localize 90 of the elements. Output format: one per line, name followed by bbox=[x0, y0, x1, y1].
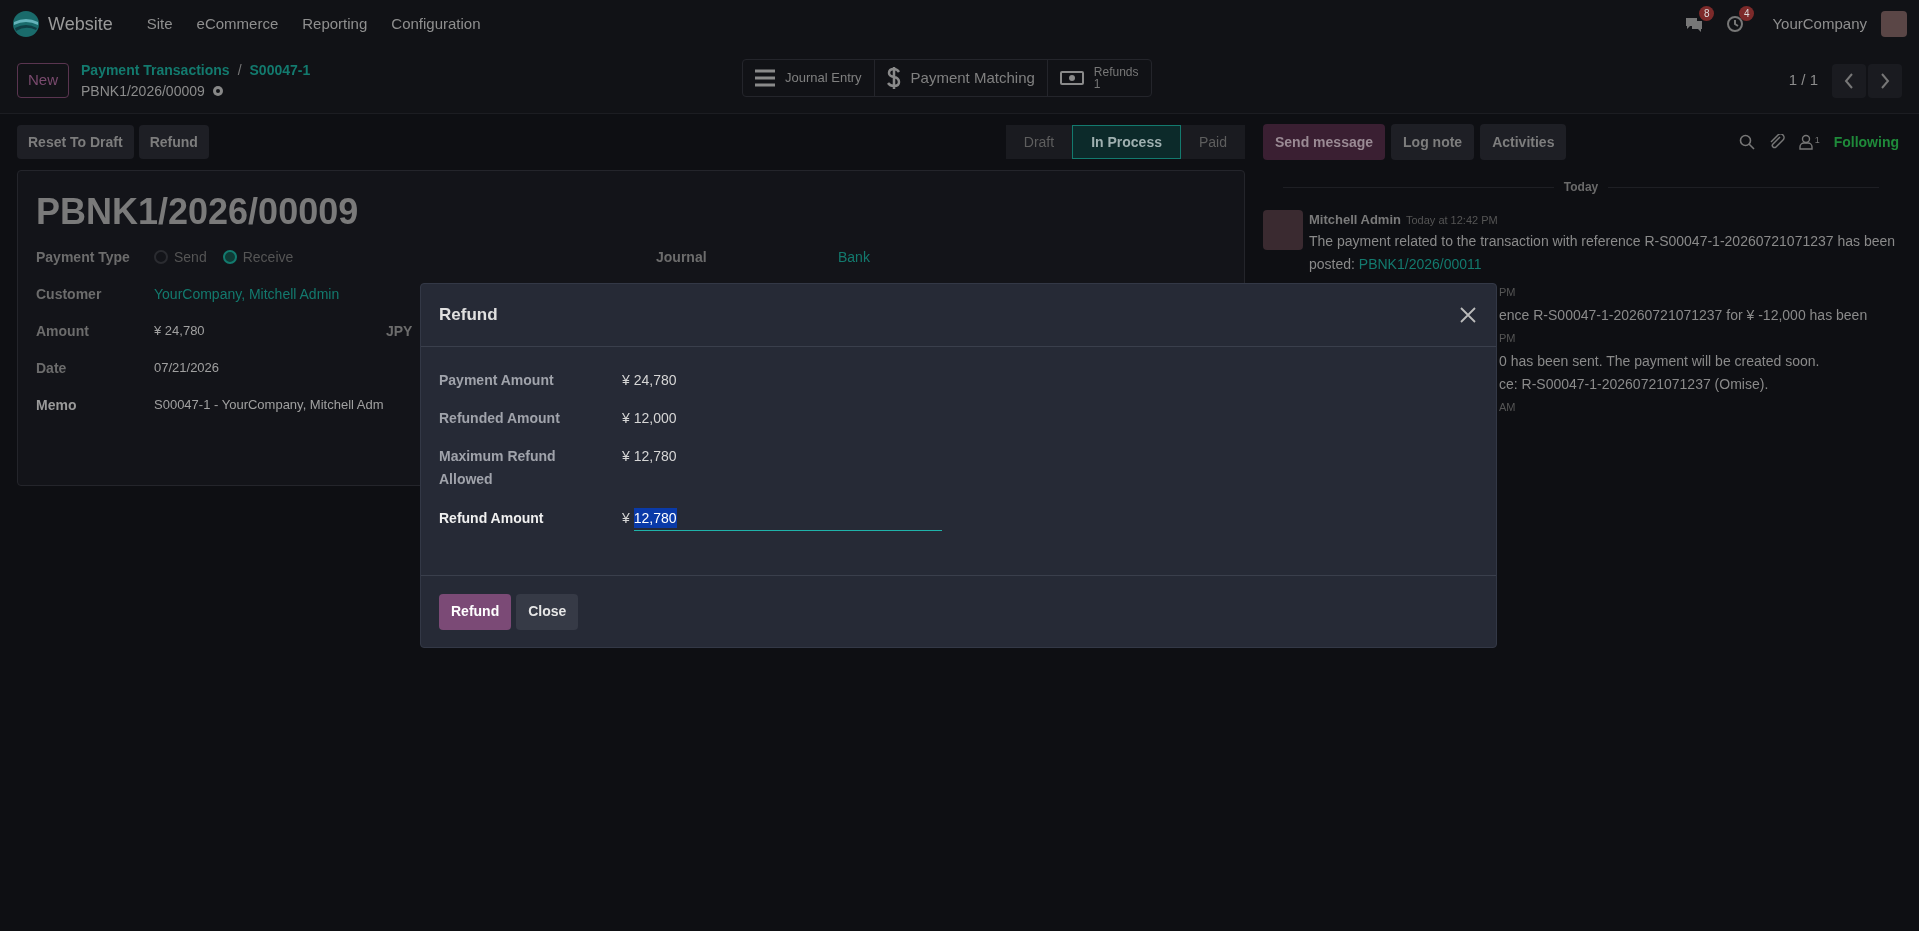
radio-option[interactable]: Receive bbox=[222, 246, 294, 268]
amount-input-field[interactable]: 12,780 bbox=[633, 506, 942, 531]
currency-field: JPY bbox=[386, 320, 413, 342]
status-step[interactable]: Paid bbox=[1180, 125, 1245, 159]
field-link[interactable]: YourCompany, Mitchell Admin bbox=[154, 283, 340, 305]
message-time: PM bbox=[1499, 330, 1517, 346]
field-label: Journal bbox=[656, 247, 708, 267]
pager-value: 1 / 1 bbox=[1788, 70, 1818, 91]
list-icon bbox=[755, 69, 775, 87]
app-menu-button[interactable]: Website bbox=[12, 10, 113, 38]
message-time: Today at 12:42 PM bbox=[1405, 213, 1498, 228]
message-time: AM bbox=[1499, 399, 1517, 415]
chat-icon bbox=[1684, 15, 1705, 33]
field-value: 07/21/2026 bbox=[154, 359, 221, 378]
dialog-button[interactable]: Close bbox=[516, 593, 579, 630]
button-label: Refunds 1 bbox=[1093, 66, 1139, 90]
action-button[interactable]: Refund bbox=[138, 125, 209, 159]
app-logo-icon bbox=[12, 10, 40, 38]
smart-button[interactable]: Refunds 1 bbox=[1046, 60, 1151, 96]
status-step[interactable]: In Process bbox=[1072, 125, 1181, 159]
pager-next-button[interactable] bbox=[1868, 63, 1902, 98]
radio-button[interactable] bbox=[222, 250, 237, 264]
smart-button[interactable]: Payment Matching bbox=[873, 60, 1047, 96]
field-label: Memo bbox=[36, 395, 78, 415]
message-text: ce: R-S00047-1-20260721071237 (Omise). bbox=[1499, 374, 1770, 394]
notification-badge: 8 bbox=[1698, 6, 1715, 21]
button-label: Payment Matching bbox=[910, 67, 1035, 88]
following-button[interactable]: Following bbox=[1833, 131, 1899, 153]
clock-icon bbox=[1726, 15, 1745, 33]
field-label: Refunded Amount bbox=[439, 409, 561, 428]
paperclip-icon bbox=[1768, 134, 1785, 150]
company-switcher[interactable]: YourCompany bbox=[1772, 12, 1867, 36]
message-text: ence R-S00047-1-20260721071237 for ¥ -12,000 has been bbox=[1499, 305, 1869, 325]
new-button[interactable]: New bbox=[17, 63, 69, 98]
field-value: ¥ 12,780 bbox=[622, 447, 677, 466]
menu-item[interactable]: Reporting bbox=[290, 12, 380, 36]
app-name: Website bbox=[48, 12, 113, 36]
record-title: PBNK1/2026/00009 bbox=[36, 190, 360, 234]
chatter-button[interactable]: Activities bbox=[1480, 124, 1567, 160]
followers-button[interactable]: 1 bbox=[1798, 134, 1820, 150]
chevron-right-icon bbox=[1880, 72, 1890, 89]
author-name: Mitchell Admin bbox=[1309, 211, 1401, 229]
field-value: ¥ 12,000 bbox=[622, 409, 677, 428]
field-link[interactable]: Bank bbox=[838, 246, 870, 268]
field-value: S00047-1 - YourCompany, Mitchell Adm bbox=[154, 396, 385, 415]
search-icon bbox=[1738, 134, 1755, 150]
menu-item[interactable]: Configuration bbox=[379, 12, 493, 36]
message-text: The payment related to the transaction with reference R-S00047-1-20260721071237 has been posted: PBNK1/2026/00011 bbox=[1309, 231, 1897, 274]
field-value: ¥ 24,780 bbox=[622, 371, 677, 390]
chevron-left-icon bbox=[1844, 72, 1854, 89]
banknote-icon bbox=[1059, 69, 1084, 87]
smart-button[interactable]: Journal Entry bbox=[743, 60, 874, 96]
currency-symbol: ¥ bbox=[622, 509, 630, 528]
chatter-button[interactable]: Send message bbox=[1263, 124, 1386, 160]
radio-button[interactable] bbox=[154, 250, 168, 264]
record-name: PBNK1/2026/00009 bbox=[81, 81, 205, 101]
breadcrumb-link[interactable]: S00047-1 bbox=[249, 59, 311, 81]
pager-previous-button[interactable] bbox=[1832, 63, 1866, 98]
follower-count: 1 bbox=[1814, 134, 1820, 147]
notification-badge: 4 bbox=[1738, 6, 1755, 21]
field-label: Refund Amount bbox=[439, 509, 545, 528]
dollar-icon bbox=[886, 67, 901, 89]
breadcrumb-separator: / bbox=[237, 60, 242, 80]
activities-button[interactable] bbox=[1726, 15, 1745, 33]
field-label: Payment Type bbox=[36, 247, 131, 267]
message-text: 0 has been sent. The payment will be created soon. bbox=[1499, 351, 1821, 371]
close-button[interactable] bbox=[1458, 305, 1478, 325]
record-link[interactable]: PBNK1/2026/00011 bbox=[1358, 255, 1482, 272]
status-step[interactable]: Draft bbox=[1005, 125, 1073, 159]
messages-button[interactable] bbox=[1684, 15, 1705, 33]
avatar-placeholder bbox=[1263, 210, 1303, 250]
field-label: Date bbox=[36, 358, 68, 378]
message-time: PM bbox=[1499, 284, 1517, 300]
dialog-button[interactable]: Refund bbox=[439, 593, 512, 630]
chatter-button[interactable]: Log note bbox=[1391, 124, 1475, 160]
field-label: Maximum Refund Allowed bbox=[439, 447, 557, 489]
button-label: Journal Entry bbox=[785, 69, 862, 88]
close-icon bbox=[1458, 305, 1478, 325]
date-separator: Today bbox=[1563, 179, 1599, 196]
person-icon bbox=[1798, 134, 1813, 150]
field-label: Payment Amount bbox=[439, 371, 555, 390]
dialog-title: Refund bbox=[439, 304, 498, 327]
breadcrumb-link[interactable]: Payment Transactions bbox=[81, 59, 230, 81]
field-value: ¥ 24,780 bbox=[154, 322, 206, 341]
menu-item[interactable]: eCommerce bbox=[184, 12, 291, 36]
action-button[interactable]: Reset To Draft bbox=[17, 125, 134, 159]
field-label: Amount bbox=[36, 321, 90, 341]
field-label: Customer bbox=[36, 284, 103, 304]
menu-item[interactable]: Site bbox=[134, 12, 185, 36]
radio-option[interactable]: Send bbox=[154, 246, 207, 268]
